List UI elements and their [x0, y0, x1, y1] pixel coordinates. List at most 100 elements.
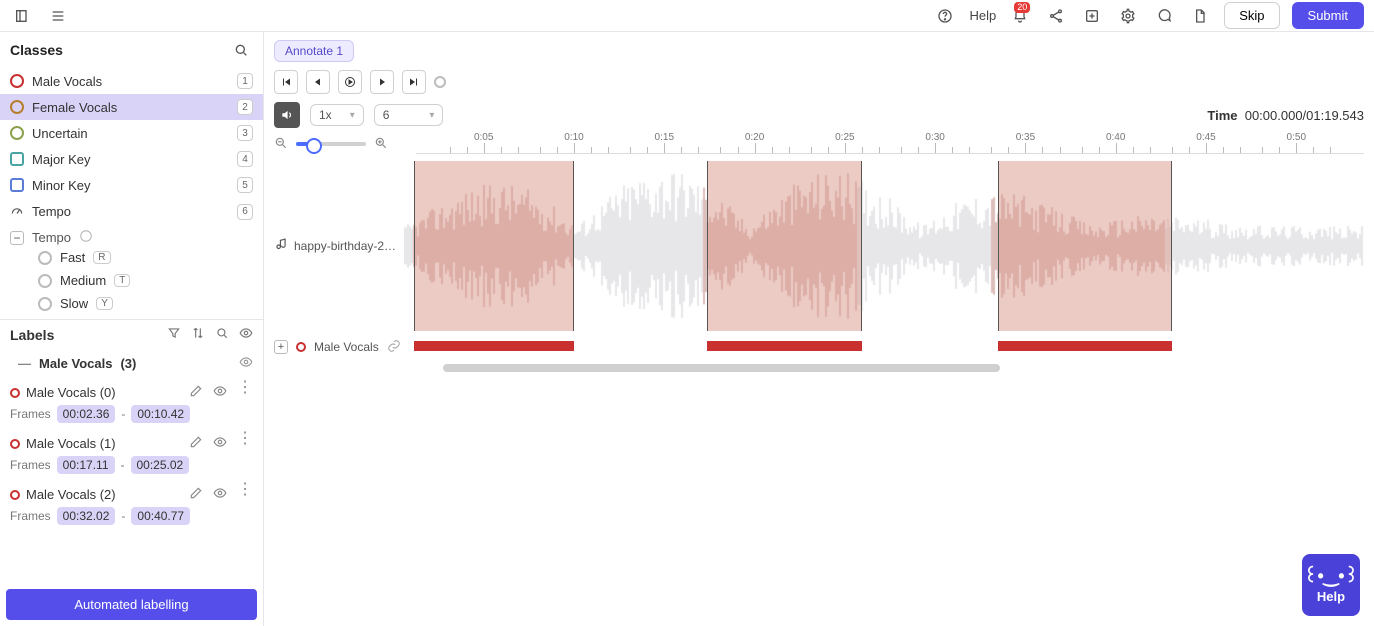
help-face-icon: ꒰•‿•꒱ — [1303, 567, 1358, 585]
class-row-minor-key[interactable]: Minor Key5 — [0, 172, 263, 198]
annotation-area[interactable] — [404, 341, 1374, 353]
menu-icon[interactable] — [46, 4, 70, 28]
label-color-dot — [10, 439, 20, 449]
settings-icon[interactable] — [1116, 4, 1140, 28]
help-widget[interactable]: ꒰•‿•꒱ Help — [1302, 554, 1360, 616]
eye-icon[interactable] — [213, 384, 227, 401]
annotation-track-name: Male Vocals — [314, 340, 379, 354]
class-color-icon — [10, 100, 24, 114]
timeline-scrollbar[interactable] — [414, 364, 1374, 372]
help-label[interactable]: Help — [969, 8, 996, 23]
play-icon[interactable] — [338, 70, 362, 94]
next-frame-icon[interactable] — [370, 70, 394, 94]
more-icon[interactable]: ⋮ — [237, 486, 253, 503]
link-icon[interactable] — [387, 339, 401, 356]
more-icon[interactable]: ⋮ — [237, 435, 253, 452]
labels-eye-icon[interactable] — [239, 326, 253, 343]
ruler-tick-label: 0:15 — [655, 132, 674, 143]
waveform-area[interactable] — [404, 161, 1374, 331]
tempo-option-fast[interactable]: FastR — [38, 246, 253, 269]
labels-header: Labels — [0, 319, 263, 349]
class-color-icon — [10, 126, 24, 140]
automated-labelling-button[interactable]: Automated labelling — [6, 589, 257, 620]
frame-end: 00:10.42 — [131, 405, 190, 423]
gauge-icon — [10, 203, 24, 220]
sort-icon[interactable] — [191, 326, 205, 343]
frames-label: Frames — [10, 407, 51, 421]
back-icon[interactable] — [10, 4, 34, 28]
edit-icon[interactable] — [189, 384, 203, 401]
waveform-region[interactable] — [707, 161, 862, 331]
annotation-bar[interactable] — [414, 341, 574, 351]
tempo-option-label: Fast — [60, 250, 85, 265]
label-item[interactable]: Male Vocals (2)⋮Frames00:32.02-00:40.77 — [0, 480, 263, 531]
time-display: Time 00:00.000/01:19.543 — [1207, 108, 1364, 123]
label-item[interactable]: Male Vocals (1)⋮Frames00:17.11-00:25.02 — [0, 429, 263, 480]
label-item[interactable]: Male Vocals (0)⋮Frames00:02.36-00:10.42 — [0, 378, 263, 429]
ruler-tick-label: 0:40 — [1106, 132, 1125, 143]
eye-icon[interactable] — [213, 435, 227, 452]
edit-icon[interactable] — [189, 435, 203, 452]
waveform-region[interactable] — [998, 161, 1173, 331]
zoom-slider[interactable] — [296, 142, 366, 146]
chevron-down-icon: ▾ — [350, 110, 355, 121]
skip-end-icon[interactable] — [402, 70, 426, 94]
volume-icon[interactable] — [274, 102, 300, 128]
label-group-head[interactable]: — Male Vocals (3) — [0, 349, 263, 378]
scrollbar-thumb[interactable] — [443, 364, 1000, 372]
frames-label: Frames — [10, 509, 51, 523]
ruler-tick-label: 0:50 — [1287, 132, 1306, 143]
document-icon[interactable] — [1188, 4, 1212, 28]
prev-frame-icon[interactable] — [306, 70, 330, 94]
comments-icon[interactable] — [1152, 4, 1176, 28]
info-icon[interactable] — [79, 229, 93, 246]
class-row-tempo[interactable]: Tempo6 — [0, 198, 263, 225]
share-icon[interactable] — [1044, 4, 1068, 28]
class-row-major-key[interactable]: Major Key4 — [0, 146, 263, 172]
timeline: happy-birthday-2… + Male Vocals — [264, 156, 1374, 626]
label-color-dot — [10, 490, 20, 500]
frame-sep: - — [121, 407, 125, 421]
labels-search-icon[interactable] — [215, 326, 229, 343]
class-hotkey: 3 — [237, 125, 253, 141]
waveform-region[interactable] — [414, 161, 574, 331]
collapse-icon[interactable]: − — [10, 231, 24, 245]
eye-icon[interactable] — [213, 486, 227, 503]
edit-icon[interactable] — [189, 486, 203, 503]
notifications-icon[interactable]: 20 — [1008, 4, 1032, 28]
tempo-option-slow[interactable]: SlowY — [38, 292, 253, 315]
frame-select[interactable]: 6 ▾ — [374, 104, 444, 126]
annotation-bar[interactable] — [998, 341, 1173, 351]
class-row-uncertain[interactable]: Uncertain3 — [0, 120, 263, 146]
class-name: Male Vocals — [32, 74, 102, 89]
playhead-marker-icon[interactable] — [434, 76, 446, 88]
zoom-out-icon[interactable] — [274, 136, 288, 153]
collapse-icon[interactable]: — — [18, 356, 31, 371]
frame-value: 6 — [383, 108, 390, 122]
group-eye-icon[interactable] — [239, 355, 253, 372]
speed-select[interactable]: 1x ▾ — [310, 104, 364, 126]
ruler-tick-label: 0:45 — [1196, 132, 1215, 143]
skip-start-icon[interactable] — [274, 70, 298, 94]
skip-button[interactable]: Skip — [1224, 2, 1279, 29]
tempo-option-medium[interactable]: MediumT — [38, 269, 253, 292]
classes-search-icon[interactable] — [229, 38, 253, 62]
class-row-male-vocals[interactable]: Male Vocals1 — [0, 68, 263, 94]
time-ruler[interactable]: 0:050:100:150:200:250:300:350:400:450:50 — [416, 134, 1364, 154]
annotate-tab[interactable]: Annotate 1 — [274, 40, 354, 62]
ruler-tick-label: 0:30 — [925, 132, 944, 143]
label-name: Male Vocals (2) — [26, 487, 116, 502]
filter-icon[interactable] — [167, 326, 181, 343]
tempo-hotkey: T — [114, 274, 130, 287]
help-icon[interactable] — [933, 4, 957, 28]
annotation-bar[interactable] — [707, 341, 862, 351]
radio-icon — [38, 297, 52, 311]
submit-button[interactable]: Submit — [1292, 2, 1364, 29]
time-value: 00:00.000/01:19.543 — [1245, 108, 1364, 123]
class-row-female-vocals[interactable]: Female Vocals2 — [0, 94, 263, 120]
zoom-in-icon[interactable] — [374, 136, 388, 153]
expand-icon[interactable]: + — [274, 340, 288, 354]
class-name: Minor Key — [32, 178, 91, 193]
add-icon[interactable] — [1080, 4, 1104, 28]
more-icon[interactable]: ⋮ — [237, 384, 253, 401]
